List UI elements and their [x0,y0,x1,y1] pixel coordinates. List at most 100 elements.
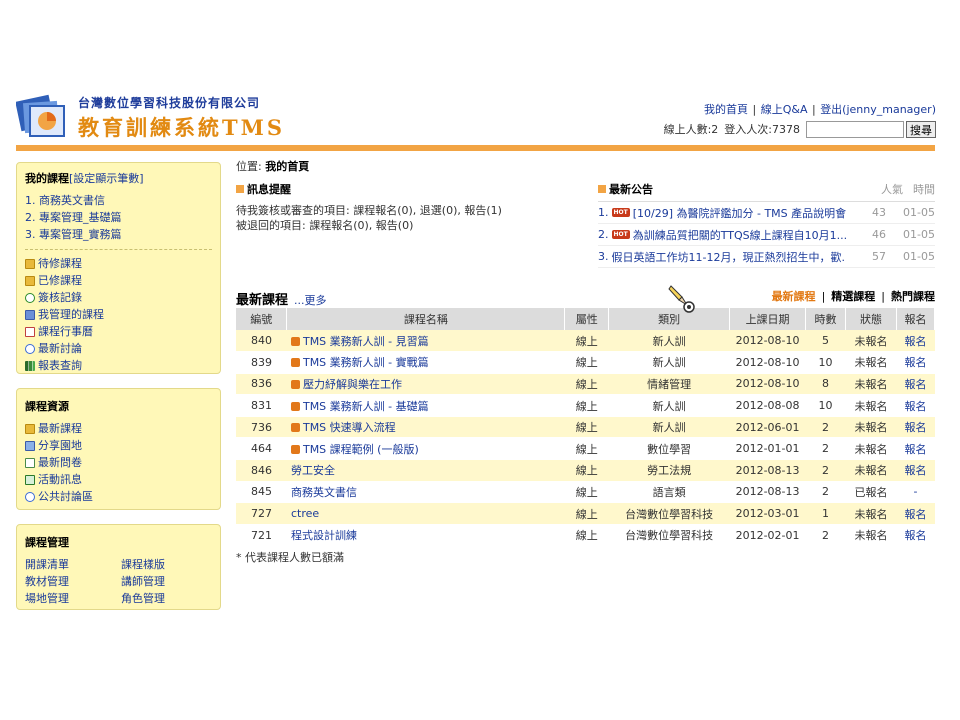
course-name[interactable]: TMS 業務新人訓 - 見習篇 [303,335,429,348]
course-name[interactable]: 壓力紓解與樂在工作 [303,378,402,391]
my-courses-panel: 我的課程[設定顯示筆數] 1. 商務英文書信 2. 專案管理_基礎篇 3. 專案… [16,162,221,374]
news-title-text[interactable]: 為訓練品質把關的TTQS線上課程自10月1... [633,227,846,243]
course-type-icon [290,358,300,368]
sidebar-item-calendar[interactable]: 課程行事曆 [25,323,212,340]
tab-featured[interactable]: 精選課程 [831,290,875,303]
signup-link[interactable]: 報名 [904,356,926,369]
sidebar-item-label: 待修課程 [38,257,82,270]
sidebar-item-new-courses[interactable]: 最新課程 [25,420,212,437]
folder-icon [25,423,35,434]
my-course-item[interactable]: 1. 商務英文書信 [25,192,212,209]
my-course-item[interactable]: 3. 專案管理_實務篇 [25,226,212,243]
course-category-cell: 新人訓 [608,330,730,353]
sidebar-item-reports[interactable]: 報表查詢 [25,357,212,374]
sidebar-item-discussions[interactable]: 最新討論 [25,340,212,357]
venue-manage-link[interactable]: 場地管理 [25,591,121,607]
role-manage-link[interactable]: 角色管理 [121,591,217,607]
sidebar-item-label: 報表查詢 [38,359,82,372]
course-name[interactable]: 勞工安全 [291,464,335,477]
header: 台灣數位學習科技股份有限公司 教育訓練系統TMS 我的首頁 | 線上Q&A | … [0,80,960,152]
signup-link[interactable]: 報名 [904,508,926,521]
course-hours-cell: 10 [805,351,846,374]
table-row: 840 TMS 業務新人訓 - 見習篇 線上 新人訓 2012-08-10 5 未報名 報名 [236,330,935,353]
instructor-manage-link[interactable]: 講師管理 [121,574,217,590]
sidebar-item-managed[interactable]: 我管理的課程 [25,306,212,323]
course-status: 未報名 [854,356,888,370]
course-template-link[interactable]: 課程樣版 [121,557,217,573]
bubble-icon [25,343,35,354]
signup-link[interactable]: 報名 [904,378,926,391]
search-input[interactable] [806,120,904,138]
sidebar-item-events[interactable]: 活動訊息 [25,471,212,488]
signup-link[interactable]: 報名 [904,529,926,542]
sidebar-item-surveys[interactable]: 最新問卷 [25,454,212,471]
course-status-cell: 未報名 [845,373,897,396]
signup-link[interactable]: 報名 [904,400,926,413]
my-courses-title: 我的課程 [25,172,69,185]
share-icon [25,440,35,451]
course-status-cell: 未報名 [845,416,897,439]
management-links: 開課清單 課程樣版 教材管理 講師管理 場地管理 角色管理 [25,557,212,607]
my-course-item[interactable]: 2. 專案管理_基礎篇 [25,209,212,226]
course-hours: 2 [822,442,830,456]
material-manage-link[interactable]: 教材管理 [25,574,121,590]
qa-link[interactable]: 線上Q&A [761,103,808,116]
tab-latest[interactable]: 最新課程 [772,290,816,303]
signup-link[interactable]: 報名 [904,443,926,456]
sidebar-item-share[interactable]: 分享園地 [25,437,212,454]
news-item[interactable]: 1. HOT [10/29] 為醫院評鑑加分 - TMS 產品說明會 43 01-0… [598,202,935,224]
course-type-icon [290,423,300,433]
course-attr-cell: 線上 [564,330,609,353]
course-name[interactable]: TMS 業務新人訓 - 實戰篇 [303,356,429,369]
course-date: 2012-08-13 [735,463,800,477]
course-attr: 線上 [575,356,598,370]
course-name[interactable]: TMS 課程範例 (一般版) [303,443,419,456]
course-name[interactable]: TMS 快速導入流程 [303,421,396,434]
course-hours-cell: 2 [805,437,846,461]
col-hours[interactable]: 時數 [805,308,847,330]
sidebar-item-label: 簽核記錄 [38,291,82,304]
course-category: 新人訓 [652,334,686,348]
course-name[interactable]: TMS 業務新人訓 - 基礎篇 [303,400,429,413]
course-name[interactable]: 程式設計訓練 [291,529,357,542]
check-icon [25,292,35,303]
news-title-text[interactable]: [10/29] 為醫院評鑑加分 - TMS 產品說明會 [633,205,846,221]
display-count-setting[interactable]: [設定顯示筆數] [69,172,144,185]
col-id[interactable]: 編號 [236,308,288,330]
calendar-icon [25,326,35,337]
signup-link[interactable]: 報名 [904,335,926,348]
col-name[interactable]: 課程名稱 [286,308,566,330]
course-category-cell: 情緒管理 [608,373,730,396]
course-status-cell: 未報名 [845,351,897,374]
search-button[interactable]: 搜尋 [906,120,936,138]
course-name[interactable]: 商務英文書信 [291,486,357,499]
sidebar-item-pending[interactable]: 待修課程 [25,255,212,272]
course-status: 未報名 [854,334,888,348]
col-signup[interactable]: 報名 [896,308,936,330]
notice-line: 待我簽核或審查的項目: 課程報名(0), 退選(0), 報告(1) [236,204,502,217]
course-category-cell: 台灣數位學習科技 [608,524,730,547]
sidebar-item-approvals[interactable]: 簽核記錄 [25,289,212,306]
col-status[interactable]: 狀態 [845,308,897,330]
home-link[interactable]: 我的首頁 [704,103,748,116]
tab-popular[interactable]: 熱門課程 [891,290,935,303]
news-title-text[interactable]: 假日英語工作坊11-12月，現正熱烈招生中，歡... [612,249,847,265]
course-date: 2012-01-01 [735,442,800,456]
col-date[interactable]: 上課日期 [729,308,807,330]
course-name-cell: TMS 業務新人訓 - 實戰篇 [286,351,565,374]
course-list-link[interactable]: 開課清單 [25,557,121,573]
course-name-cell: ctree [286,502,565,525]
sidebar-item-forum[interactable]: 公共討論區 [25,488,212,505]
more-link[interactable]: ...更多 [294,292,327,308]
course-category: 台灣數位學習科技 [625,529,714,543]
signup-link[interactable]: 報名 [904,464,926,477]
news-item[interactable]: 2. HOT 為訓練品質把關的TTQS線上課程自10月1... 46 01-05 [598,224,935,246]
logout-link[interactable]: 登出(jenny_manager) [820,103,936,116]
course-name[interactable]: ctree [291,507,319,520]
sidebar-item-completed[interactable]: 已修課程 [25,272,212,289]
col-attr[interactable]: 屬性 [564,308,610,330]
course-category: 新人訓 [652,399,686,413]
news-item[interactable]: 3. 假日英語工作坊11-12月，現正熱烈招生中，歡... 57 01-05 [598,246,935,268]
signup-link[interactable]: 報名 [904,421,926,434]
course-id: 846 [250,463,272,477]
